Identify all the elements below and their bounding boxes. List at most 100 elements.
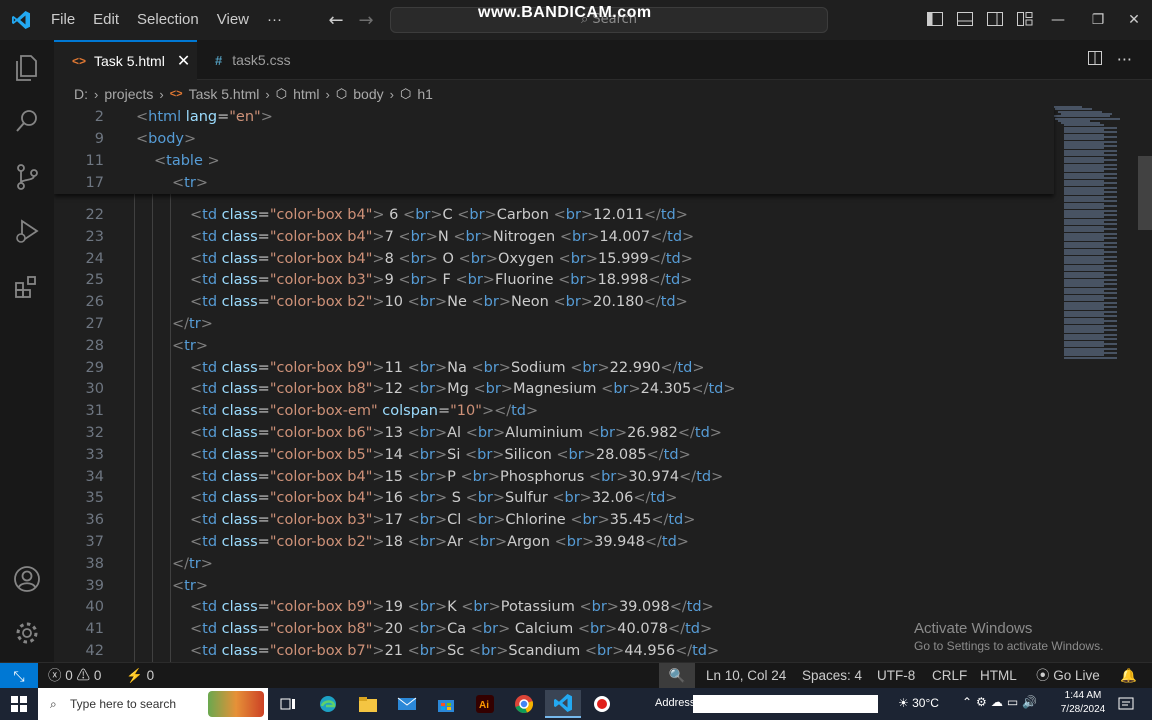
ports-indicator[interactable]: ⚡ 0: [126, 663, 154, 689]
windows-start-icon[interactable]: [0, 688, 38, 720]
broadcast-icon: ⦿: [1036, 668, 1050, 683]
code-line[interactable]: 2 <html lang="en">: [54, 106, 1054, 128]
system-tray-icons[interactable]: ⌃⚙☁▭🔊: [962, 695, 1041, 709]
code-line[interactable]: 39 <tr>: [54, 575, 1054, 597]
code-line[interactable]: 11 <table >: [54, 150, 1054, 172]
task-view-icon[interactable]: [270, 690, 306, 718]
code-line[interactable]: 28 <tr>: [54, 335, 1054, 357]
tab-task5-css[interactable]: # task5.css: [197, 40, 335, 80]
language-mode[interactable]: HTML: [980, 663, 1017, 689]
code-line[interactable]: 17 <tr>: [54, 172, 1054, 194]
breadcrumb-body[interactable]: body: [353, 86, 383, 102]
explorer-icon[interactable]: [12, 52, 42, 82]
code-line[interactable]: 42 <td class="color-box b7">21 <br>Sc <br…: [54, 640, 1054, 662]
toggle-secondary-sidebar-icon[interactable]: [986, 10, 1004, 28]
code-line[interactable]: 25 <td class="color-box b3">9 <br> F <br>…: [54, 269, 1054, 291]
encoding[interactable]: UTF-8: [877, 663, 915, 689]
tab-task5-html[interactable]: <> Task 5.html ✕: [54, 40, 197, 80]
menu-view[interactable]: View: [208, 0, 258, 40]
indentation[interactable]: Spaces: 4: [802, 663, 862, 689]
code-line[interactable]: 34 <td class="color-box b4">15 <br>P <br>…: [54, 466, 1054, 488]
equals: =: [257, 643, 270, 659]
breadcrumb-drive[interactable]: D:: [74, 86, 88, 102]
illustrator-icon[interactable]: Ai: [467, 690, 503, 718]
tag-name: br: [582, 512, 598, 529]
menu-edit[interactable]: Edit: [84, 0, 128, 40]
extensions-icon[interactable]: [12, 272, 42, 302]
search-sidebar-icon[interactable]: [12, 106, 42, 136]
source-control-icon[interactable]: [12, 162, 42, 192]
error-icon: ⓧ: [48, 668, 62, 683]
remote-indicator-icon[interactable]: ⤡: [0, 663, 38, 689]
back-arrow-icon[interactable]: ←: [321, 10, 351, 31]
settings-gear-icon[interactable]: [12, 618, 42, 648]
address-input[interactable]: [693, 695, 878, 713]
code-line[interactable]: 23 <td class="color-box b4">7 <br>N <br>N…: [54, 226, 1054, 248]
menu-selection[interactable]: Selection: [128, 0, 208, 40]
code-editor[interactable]: 2 <html lang="en"> 9 <body> 11 <table >17 <tr>…: [54, 106, 1152, 662]
code-line[interactable]: 37 <td class="color-box b2">18 <br>Ar <br…: [54, 531, 1054, 553]
code-line[interactable]: 33 <td class="color-box b5">14 <br>Si <br…: [54, 444, 1054, 466]
minimize-icon[interactable]: —: [1038, 0, 1078, 40]
code-line[interactable]: 22 <td class="color-box b4"> 6 <br>C <br>…: [54, 204, 1054, 226]
taskbar-search-box[interactable]: ⌕ Type here to search: [38, 688, 268, 720]
code-line[interactable]: 26 <td class="color-box b2">10 <br>Ne <br…: [54, 291, 1054, 313]
code-line[interactable]: 36 <td class="color-box b3">17 <br>Cl <br…: [54, 509, 1054, 531]
taskbar-clock[interactable]: 1:44 AM 7/28/2024: [1058, 689, 1108, 717]
attr-value: "color-box b2": [269, 294, 373, 311]
tag-bracket: >: [585, 272, 598, 289]
edge-browser-icon[interactable]: [310, 690, 346, 718]
tag-bracket: <: [190, 512, 203, 529]
code-line[interactable]: 40 <td class="color-box b9">19 <br>K <br>…: [54, 596, 1054, 618]
mail-icon[interactable]: [389, 690, 425, 718]
file-explorer-icon[interactable]: [350, 690, 386, 718]
code-line[interactable]: 31 <td class="color-box-em" colspan="10">…: [54, 400, 1054, 422]
weather-widget[interactable]: ☀ 30°C: [898, 696, 939, 710]
breadcrumb-file[interactable]: Task 5.html: [189, 86, 260, 102]
end-of-line[interactable]: CRLF: [932, 663, 967, 689]
cell-text: Sodium: [510, 359, 571, 376]
code-line[interactable]: 9 <body>: [54, 128, 1054, 150]
code-line[interactable]: 27 </tr>: [54, 313, 1054, 335]
go-live-button[interactable]: ⦿ Go Live: [1036, 663, 1100, 689]
menu-file[interactable]: File: [42, 0, 84, 40]
code-line[interactable]: 32 <td class="color-box b6">13 <br>Al <br…: [54, 422, 1054, 444]
more-actions-icon[interactable]: ···: [1117, 50, 1132, 70]
problems-indicator[interactable]: ⓧ 0 ⚠ 0: [48, 663, 101, 689]
code-line[interactable]: 30 <td class="color-box b8">12 <br>Mg <br…: [54, 378, 1054, 400]
cursor-position[interactable]: Ln 10, Col 24: [706, 663, 786, 689]
customize-layout-icon[interactable]: [1016, 10, 1034, 28]
close-tab-icon[interactable]: ✕: [177, 51, 190, 71]
vscode-taskbar-icon[interactable]: [545, 690, 581, 718]
code-line[interactable]: 41 <td class="color-box b8">20 <br>Ca <br…: [54, 618, 1054, 640]
minimap[interactable]: [1052, 106, 1132, 366]
code-line[interactable]: 38 </tr>: [54, 553, 1054, 575]
action-center-icon[interactable]: [1118, 696, 1134, 712]
breadcrumb-folder[interactable]: projects: [104, 86, 153, 102]
code-line[interactable]: 35 <td class="color-box b4">16 <br> S <br…: [54, 487, 1054, 509]
toggle-primary-sidebar-icon[interactable]: [926, 10, 944, 28]
tag-bracket: <: [407, 381, 420, 398]
account-icon[interactable]: [12, 564, 42, 594]
split-editor-icon[interactable]: [1087, 50, 1103, 70]
tag-name: td: [202, 272, 218, 289]
code-line[interactable]: 29 <td class="color-box b9">11 <br>Na <br…: [54, 357, 1054, 379]
chrome-icon[interactable]: [506, 690, 542, 718]
notifications-bell-icon[interactable]: 🔔: [1120, 663, 1137, 689]
toggle-panel-icon[interactable]: [956, 10, 974, 28]
store-icon[interactable]: [428, 690, 464, 718]
code-line[interactable]: 24 <td class="color-box b4">8 <br> O <br>…: [54, 248, 1054, 270]
run-debug-icon[interactable]: [12, 216, 42, 246]
cell-text: 12: [384, 381, 408, 398]
zoom-icon[interactable]: 🔍: [659, 663, 695, 689]
forward-arrow-icon[interactable]: →: [351, 10, 381, 31]
tag-bracket: >: [614, 425, 628, 441]
close-window-icon[interactable]: ✕: [1114, 0, 1152, 40]
breadcrumb-h1[interactable]: h1: [417, 86, 433, 102]
bandicam-record-icon[interactable]: [584, 690, 620, 718]
restore-icon[interactable]: ❐: [1078, 0, 1118, 40]
scrollbar-thumb[interactable]: [1138, 156, 1152, 230]
warning-count: 0: [93, 668, 102, 683]
menu-more[interactable]: ···: [258, 0, 291, 40]
breadcrumb-html[interactable]: html: [293, 86, 319, 102]
